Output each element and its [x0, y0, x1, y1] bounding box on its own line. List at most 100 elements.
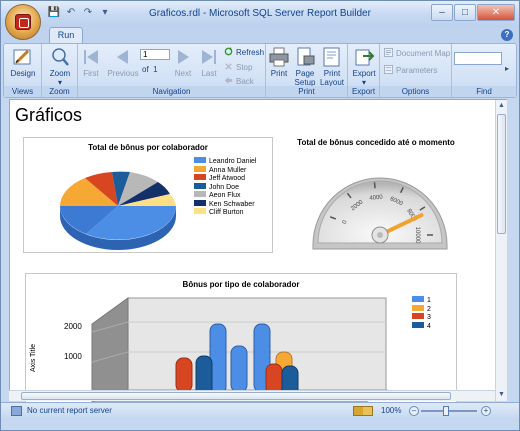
group-label-export: Export [348, 86, 379, 97]
scroll-up-icon[interactable]: ▲ [496, 100, 507, 112]
parameters-button[interactable]: Parameters [384, 65, 437, 76]
design-button[interactable]: Design [6, 47, 40, 78]
report-title: Gráficos [15, 105, 83, 125]
document-map-button[interactable]: Document Map [384, 48, 450, 59]
legend-swatch [194, 199, 206, 206]
legend-label: Anna Muller [209, 166, 247, 174]
zoom-out-button[interactable]: – [409, 406, 419, 416]
zoom-in-button[interactable]: + [481, 406, 491, 416]
previous-page-button[interactable]: Previous [105, 47, 141, 78]
horizontal-scroll-thumb[interactable] [21, 392, 451, 400]
bar3d-legend-item: 4 [412, 321, 431, 331]
zoom-button[interactable]: Zoom ▾ [43, 47, 77, 87]
legend-label: Aeon Flux [209, 192, 241, 199]
pie-legend-item: Cliff Burton [194, 208, 244, 217]
group-label-zoom: Zoom [42, 86, 77, 97]
stop-button[interactable]: Stop [224, 62, 252, 73]
group-views: Design Views [4, 44, 42, 97]
office-button[interactable] [5, 4, 41, 40]
first-page-button[interactable]: First [78, 47, 104, 78]
printer-icon [269, 47, 289, 67]
design-icon [13, 49, 31, 65]
page-count-text: of 1 [142, 65, 158, 74]
legend-swatch [412, 296, 424, 302]
export-label: Export [352, 69, 376, 78]
export-button[interactable]: Export ▾ [348, 47, 380, 87]
document-map-label: Document Map [396, 49, 451, 58]
group-find: ▸ Find [452, 44, 516, 97]
legend-swatch [412, 313, 424, 319]
zoom-slider-thumb[interactable] [443, 406, 449, 416]
view-mode-icons[interactable] [353, 406, 373, 416]
page-number-input[interactable] [140, 49, 170, 60]
ribbon-scroll-right-icon[interactable]: ▸ [505, 64, 509, 73]
pie-chart-plot [59, 171, 176, 250]
server-icon [11, 406, 22, 416]
find-input[interactable] [454, 52, 502, 65]
help-icon[interactable]: ? [501, 29, 513, 41]
group-label-navigation: Navigation [78, 86, 265, 97]
ribbon-tab-row: Run ? [1, 27, 519, 43]
next-page-icon [178, 50, 189, 64]
bar3d-side-wall [91, 297, 129, 402]
legend-label: Ken Schwaber [209, 200, 255, 208]
group-navigation: First Previous of 1 Next Last Refresh St… [78, 44, 266, 97]
legend-label: 4 [427, 322, 431, 330]
gauge-title: Total de bônus concedido até o momento [297, 138, 455, 147]
bar3d-chart: Bônus por tipo de colaborador Axis Title… [25, 273, 457, 403]
legend-label: John Doe [209, 183, 239, 191]
group-print: Print Page Setup Print Layout Print [266, 44, 348, 97]
gauge-tick-label: 10000 [414, 227, 420, 244]
last-page-button[interactable]: Last [196, 47, 222, 78]
legend-swatch [194, 191, 206, 197]
refresh-button[interactable]: Refresh [224, 47, 264, 58]
next-page-button[interactable]: Next [170, 47, 196, 78]
print-layout-icon [323, 47, 340, 67]
gauge: 020004000 6000800010000 [312, 177, 448, 250]
parameters-icon [384, 65, 393, 74]
print-layout-label: Print Layout [319, 69, 345, 87]
magnifier-icon [52, 48, 69, 66]
bar3d-chart-title: Bônus por tipo de colaborador [182, 280, 300, 289]
group-export: Export ▾ Export [348, 44, 380, 97]
previous-label: Previous [107, 69, 139, 78]
print-layout-button[interactable]: Print Layout [318, 47, 346, 87]
legend-label: Leandro Daniel [209, 158, 257, 165]
close-button[interactable]: ✕ [477, 4, 515, 21]
scroll-down-icon[interactable]: ▼ [496, 389, 507, 401]
document-map-icon [384, 48, 393, 57]
pie-chart: Total de bônus por colaborador Leandro D… [23, 137, 273, 253]
parameters-label: Parameters [396, 66, 438, 75]
legend-label: Jeff Atwood [209, 175, 246, 182]
horizontal-scrollbar[interactable] [9, 390, 495, 401]
group-zoom: Zoom ▾ Zoom [42, 44, 78, 97]
legend-swatch [194, 165, 206, 172]
print-button[interactable]: Print [266, 47, 292, 78]
legend-label: 2 [427, 305, 431, 313]
vertical-scroll-thumb[interactable] [497, 114, 506, 234]
maximize-button[interactable]: □ [454, 4, 476, 21]
back-arrow-icon [224, 76, 233, 85]
refresh-label: Refresh [236, 48, 265, 57]
group-options: Document Map Parameters Options [380, 44, 452, 97]
legend-swatch [412, 304, 424, 311]
bar3d-y-tick: 1000 [64, 352, 82, 361]
print-label: Print [270, 69, 288, 78]
zoom-level: 100% [381, 406, 402, 415]
tab-run[interactable]: Run [49, 27, 83, 43]
group-label-options: Options [380, 86, 451, 97]
next-label: Next [174, 69, 192, 78]
legend-swatch [194, 208, 206, 214]
page-setup-button[interactable]: Page Setup [292, 47, 318, 87]
vertical-scrollbar[interactable]: ▲ ▼ [495, 100, 507, 401]
legend-swatch [194, 174, 206, 180]
group-label-find: Find [452, 86, 516, 97]
zoom-label: Zoom [49, 69, 71, 78]
pie-chart-title: Total de bônus por colaborador [88, 143, 208, 152]
minimize-button[interactable]: – [431, 4, 453, 21]
group-label-print: Print [266, 86, 347, 97]
bar3d-y-axis-title: Axis Title [30, 343, 37, 372]
refresh-icon [224, 47, 233, 56]
zoom-slider-track[interactable] [421, 410, 477, 412]
office-logo-icon [15, 14, 31, 30]
